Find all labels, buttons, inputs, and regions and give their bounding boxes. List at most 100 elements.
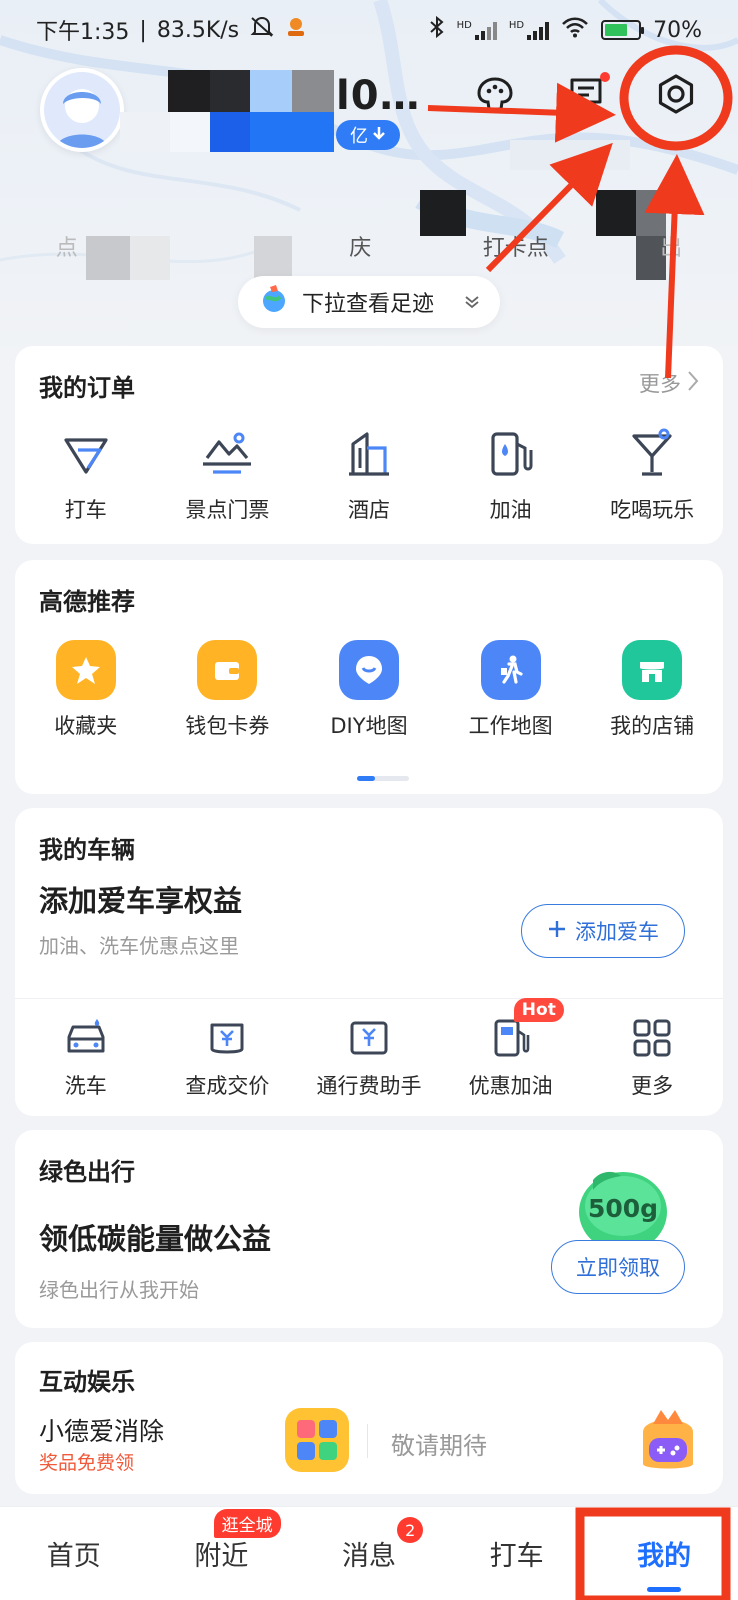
- bluetooth-icon: [429, 15, 445, 45]
- nearby-badge: 逛全城: [213, 1509, 281, 1538]
- green-card: 绿色出行 领低碳能量做公益 绿色出行从我开始 500g 立即领取: [15, 1130, 723, 1328]
- vehicle-headline: 添加爱车享权益: [39, 884, 243, 918]
- nav-home[interactable]: 首页: [0, 1507, 148, 1600]
- chevron-right-icon: [687, 370, 699, 397]
- stat-4[interactable]: 出: [660, 230, 682, 280]
- palette-icon: [477, 77, 513, 111]
- orders-title: 我的订单: [39, 374, 135, 402]
- wallet-icon: [197, 640, 258, 700]
- fuel-discount-icon: [481, 1016, 541, 1060]
- cocktail-icon: [622, 424, 682, 484]
- recommend-item-diy-map[interactable]: DIY地图: [298, 640, 440, 740]
- nav-taxi[interactable]: 打车: [443, 1507, 591, 1600]
- footprint-label: 下拉查看足迹: [302, 292, 435, 317]
- recommend-item-wallet[interactable]: 钱包卡券: [157, 640, 299, 740]
- order-item-scenic[interactable]: 景点门票: [157, 424, 299, 524]
- fun-title: 互动娱乐: [39, 1368, 135, 1396]
- stat-1[interactable]: 点: [56, 230, 78, 280]
- scenic-ticket-icon: [197, 424, 257, 484]
- page-indicator: [357, 776, 409, 781]
- vehicle-card: 我的车辆 添加爱车享权益 加油、洗车优惠点这里 添加爱车 洗车 查成交价 通行费…: [15, 808, 723, 1116]
- gear-icon: [658, 74, 694, 114]
- orders-icon-row: 打车 景点门票 酒店 加油 吃喝玩乐: [15, 424, 723, 524]
- taxi-icon: [56, 424, 116, 484]
- green-headline: 领低碳能量做公益: [39, 1222, 272, 1256]
- fun-card: 互动娱乐 小德爱消除 奖品免费领 敬请期待: [15, 1342, 723, 1494]
- bottom-nav: 首页 附近 逛全城 消息 2 打车 我的: [0, 1506, 738, 1600]
- wifi-icon: [561, 16, 589, 44]
- unread-dot: [600, 72, 610, 82]
- green-title: 绿色出行: [39, 1158, 135, 1186]
- battery-percent: 70%: [653, 17, 702, 43]
- vehicle-subtext: 加油、洗车优惠点这里: [39, 934, 239, 958]
- level-pill[interactable]: 亿: [336, 120, 400, 150]
- match-game-icon: [297, 1420, 337, 1460]
- messages-button[interactable]: [558, 66, 614, 122]
- orders-more-link[interactable]: 更多: [639, 368, 699, 398]
- recommend-card: 高德推荐 收藏夹 钱包卡券 DIY地图 工作地图 我的店铺: [15, 560, 723, 794]
- diy-map-icon: [338, 640, 399, 700]
- game-controller-icon: [643, 1410, 693, 1469]
- claim-now-button[interactable]: 立即领取: [551, 1240, 685, 1294]
- recommend-item-work-map[interactable]: 工作地图: [440, 640, 582, 740]
- nav-mine[interactable]: 我的: [590, 1507, 738, 1600]
- walker-icon: [480, 640, 541, 700]
- order-item-taxi[interactable]: 打车: [15, 424, 157, 524]
- add-car-button[interactable]: 添加爱车: [521, 904, 685, 958]
- recommend-item-shop[interactable]: 我的店铺: [581, 640, 723, 740]
- stat-3[interactable]: 打卡点: [483, 230, 549, 280]
- status-net-speed: 83.5K/s: [156, 17, 240, 43]
- plus-icon: [547, 919, 567, 944]
- recommend-title: 高德推荐: [39, 588, 135, 616]
- shop-icon: [622, 640, 683, 700]
- vehicle-icon-row: 洗车 查成交价 通行费助手 Hot 优惠加油 更多: [15, 998, 723, 1100]
- order-item-fuel[interactable]: 加油: [440, 424, 582, 524]
- footprint-pull-button[interactable]: 下拉查看足迹: [238, 276, 500, 328]
- orders-card: 我的订单 更多 打车 景点门票 酒店 加油 吃喝玩乐: [15, 346, 723, 544]
- avatar[interactable]: [40, 68, 124, 152]
- stat-2[interactable]: 庆: [349, 230, 371, 280]
- game-app-icon[interactable]: [285, 1408, 349, 1472]
- status-time: 下午1:35: [36, 20, 130, 45]
- fuel-icon: [481, 424, 541, 484]
- arrow-down-icon: [372, 125, 386, 146]
- recommend-item-favorites[interactable]: 收藏夹: [15, 640, 157, 740]
- skin-theme-button[interactable]: [467, 66, 523, 122]
- order-item-hotel[interactable]: 酒店: [298, 424, 440, 524]
- grid-icon: [622, 1016, 682, 1060]
- toll-icon: [339, 1016, 399, 1060]
- vehicle-divider: [15, 998, 723, 999]
- game-subtitle: 奖品免费领: [39, 1452, 135, 1474]
- nav-nearby[interactable]: 附近 逛全城: [148, 1507, 296, 1600]
- settings-button[interactable]: [648, 66, 704, 122]
- car-wash-icon: [56, 1016, 116, 1060]
- vehicle-item-more[interactable]: 更多: [581, 1016, 723, 1100]
- signal-1: HD: [457, 20, 497, 40]
- coming-soon: 敬请期待: [391, 1432, 487, 1460]
- avatar-image: [44, 72, 120, 148]
- battery-icon: [601, 20, 645, 40]
- vehicle-title: 我的车辆: [39, 836, 135, 864]
- vehicle-item-fuel-discount[interactable]: Hot 优惠加油: [440, 998, 582, 1100]
- vehicle-item-price[interactable]: 查成交价: [157, 1016, 299, 1100]
- game-title[interactable]: 小德爱消除: [39, 1412, 164, 1448]
- fun-divider: [367, 1424, 368, 1458]
- hot-badge: Hot: [513, 998, 564, 1022]
- stats-row: 点 庆 打卡点 出: [0, 230, 738, 280]
- nav-messages[interactable]: 消息 2: [295, 1507, 443, 1600]
- signal-2: HD: [509, 20, 550, 40]
- active-tab-indicator: [647, 1587, 682, 1592]
- messages-count-badge: 2: [397, 1517, 424, 1543]
- star-icon: [55, 640, 116, 700]
- mute-icon: [249, 15, 275, 45]
- order-item-entertainment[interactable]: 吃喝玩乐: [581, 424, 723, 524]
- vehicle-item-car-wash[interactable]: 洗车: [15, 1016, 157, 1100]
- hotel-icon: [339, 424, 399, 484]
- price-check-icon: [197, 1016, 257, 1060]
- vehicle-item-toll[interactable]: 通行费助手: [298, 1016, 440, 1100]
- recommend-icon-row: 收藏夹 钱包卡券 DIY地图 工作地图 我的店铺: [15, 640, 723, 740]
- username: l0…: [336, 73, 421, 119]
- coming-game-icon[interactable]: [635, 1404, 701, 1474]
- app-notification-icon: [285, 15, 307, 45]
- chevron-down-icon: [464, 290, 480, 315]
